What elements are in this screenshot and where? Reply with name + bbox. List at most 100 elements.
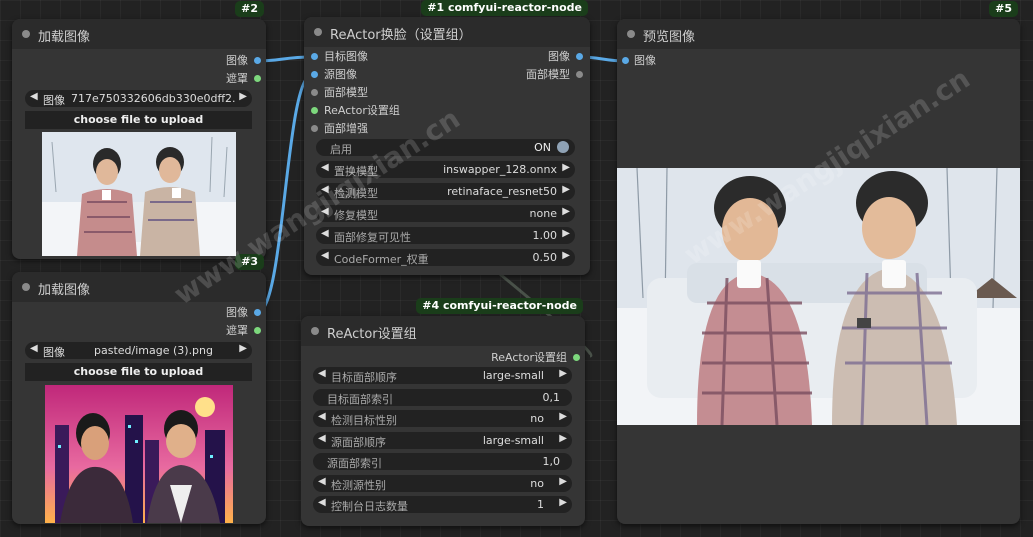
settings-widget[interactable]: ◀ 检测源性别 no ▶ [313, 474, 572, 492]
arrow-left-icon[interactable]: ◀ [318, 433, 326, 444]
load-image-node-2[interactable]: 加载图像 图像 遮罩 ◀ 图像 pasted/image (3).png ▶ c… [12, 254, 266, 524]
output-dot-icon[interactable] [576, 71, 583, 78]
preview-image [617, 168, 1020, 425]
upload-button[interactable]: choose file to upload [25, 363, 252, 381]
collapse-dot-icon[interactable] [627, 30, 635, 38]
arrow-left-icon[interactable]: ◀ [321, 250, 329, 261]
output-mask-slot[interactable]: 遮罩 [226, 324, 261, 338]
node-title-bar[interactable]: ReActor设置组 [301, 316, 585, 346]
arrow-left-icon[interactable]: ◀ [321, 162, 329, 173]
input-dot-icon[interactable] [311, 53, 318, 60]
arrow-right-icon[interactable]: ▶ [559, 476, 567, 487]
reactor-widget[interactable]: ◀ CodeFormer_权重 0.50 ▶ [316, 249, 575, 266]
arrow-right-icon[interactable]: ▶ [559, 497, 567, 508]
input-target-image-slot[interactable]: 目标图像 [311, 50, 368, 64]
input-dot-icon[interactable] [622, 57, 629, 64]
arrow-left-icon[interactable]: ◀ [30, 91, 38, 102]
output-image-slot[interactable]: 图像 [226, 54, 261, 68]
widget-label: 控制台日志数量 [331, 500, 408, 513]
collapse-dot-icon[interactable] [22, 30, 30, 38]
input-dot-icon[interactable] [311, 89, 318, 96]
node-id-badge: #4 comfyui-reactor-node [416, 298, 583, 314]
node-title-bar[interactable]: 预览图像 [617, 19, 1020, 49]
widget-value: 0.50 [532, 251, 558, 264]
collapse-dot-icon[interactable] [314, 28, 322, 36]
settings-widget[interactable]: 目标面部索引 0,1 [313, 388, 572, 406]
arrow-right-icon[interactable]: ▶ [562, 206, 570, 217]
arrow-right-icon[interactable]: ▶ [559, 433, 567, 444]
node-id-badge: #1 comfyui-reactor-node [421, 0, 588, 16]
widget-value: none [529, 207, 557, 220]
input-options-slot[interactable]: ReActor设置组 [311, 104, 400, 118]
settings-widget[interactable]: 源面部索引 1,0 [313, 453, 572, 470]
input-face-model-slot[interactable]: 面部模型 [311, 86, 368, 100]
reactor-widget[interactable]: ◀ 修复模型 none ▶ [316, 205, 575, 222]
arrow-left-icon[interactable]: ◀ [318, 411, 326, 422]
settings-widget[interactable]: ◀ 源面部顺序 large-small ▶ [313, 431, 572, 449]
widget-value: large-small [482, 433, 544, 447]
output-image-slot[interactable]: 图像 [226, 306, 261, 320]
input-source-image-slot[interactable]: 源图像 [311, 68, 357, 82]
upload-button[interactable]: choose file to upload [25, 111, 252, 129]
output-label: 遮罩 [226, 72, 248, 85]
output-dot-icon[interactable] [254, 309, 261, 316]
image-select-widget[interactable]: ◀ 图像 pasted/image (3).png ▶ [25, 342, 252, 359]
widget-label: 检测源性别 [331, 478, 386, 492]
input-face-boost-slot[interactable]: 面部增强 [311, 122, 368, 136]
arrow-left-icon[interactable]: ◀ [318, 497, 326, 508]
output-options-slot[interactable]: ReActor设置组 [491, 351, 580, 365]
node-title: 加载图像 [38, 283, 91, 298]
output-dot-icon[interactable] [576, 53, 583, 60]
arrow-right-icon[interactable]: ▶ [239, 343, 247, 354]
node-title-bar[interactable]: 加载图像 [12, 19, 266, 49]
load-image-node-1[interactable]: 加载图像 图像 遮罩 ◀ 图像 717e750332606db330e0dff2… [12, 1, 266, 259]
settings-widget[interactable]: ◀ 控制台日志数量 1 ▶ [313, 496, 572, 513]
settings-widget[interactable]: ◀ 目标面部顺序 large-small ▶ [313, 367, 572, 384]
output-image-slot[interactable]: 图像 [548, 50, 583, 64]
widget-value: 1,0 [542, 455, 561, 468]
arrow-right-icon[interactable]: ▶ [562, 250, 570, 261]
widget-value: retinaface_resnet50 [447, 185, 557, 198]
output-face-model-slot[interactable]: 面部模型 [526, 68, 583, 82]
output-label: 遮罩 [226, 324, 248, 337]
arrow-right-icon[interactable]: ▶ [562, 184, 570, 195]
reactor-options-node[interactable]: ReActor设置组 #4 comfyui-reactor-node ReAct… [301, 298, 585, 526]
input-dot-icon[interactable] [311, 125, 318, 132]
node-title: ReActor换脸（设置组） [330, 28, 472, 43]
input-dot-icon[interactable] [311, 71, 318, 78]
output-dot-icon[interactable] [254, 57, 261, 64]
arrow-right-icon[interactable]: ▶ [562, 162, 570, 173]
arrow-left-icon[interactable]: ◀ [321, 228, 329, 239]
widget-value: pasted/image (3).png [94, 344, 213, 357]
input-label: 目标图像 [324, 50, 368, 63]
arrow-right-icon[interactable]: ▶ [239, 91, 247, 102]
output-dot-icon[interactable] [254, 75, 261, 82]
collapse-dot-icon[interactable] [22, 283, 30, 291]
input-image-slot[interactable]: 图像 [622, 54, 656, 68]
arrow-left-icon[interactable]: ◀ [30, 343, 38, 354]
output-dot-icon[interactable] [254, 327, 261, 334]
arrow-right-icon[interactable]: ▶ [562, 228, 570, 239]
output-label: 图像 [226, 306, 248, 319]
reactor-faceswap-node[interactable]: ReActor换脸（设置组） #1 comfyui-reactor-node 目… [304, 0, 590, 275]
settings-widget[interactable]: ◀ 检测目标性别 no ▶ [313, 410, 572, 427]
widget-label: 图像 [43, 346, 65, 359]
input-dot-icon[interactable] [311, 107, 318, 114]
input-label: 图像 [634, 54, 656, 67]
output-label: ReActor设置组 [491, 351, 567, 364]
output-mask-slot[interactable]: 遮罩 [226, 72, 261, 86]
arrow-right-icon[interactable]: ▶ [559, 368, 567, 379]
arrow-right-icon[interactable]: ▶ [559, 411, 567, 422]
reactor-widget[interactable]: ◀ 面部修复可见性 1.00 ▶ [316, 227, 575, 244]
widget-value: 1 [537, 498, 544, 511]
widget-label: 图像 [43, 94, 65, 107]
toggle-knob-icon[interactable] [557, 141, 569, 153]
arrow-left-icon[interactable]: ◀ [318, 476, 326, 487]
arrow-left-icon[interactable]: ◀ [318, 368, 326, 379]
input-label: ReActor设置组 [324, 104, 400, 117]
node-title-bar[interactable]: ReActor换脸（设置组） [304, 17, 590, 47]
image-select-widget[interactable]: ◀ 图像 717e750332606db330e0dff2... ▶ [25, 90, 252, 107]
collapse-dot-icon[interactable] [311, 327, 319, 335]
output-label: 图像 [226, 54, 248, 67]
output-dot-icon[interactable] [573, 354, 580, 361]
